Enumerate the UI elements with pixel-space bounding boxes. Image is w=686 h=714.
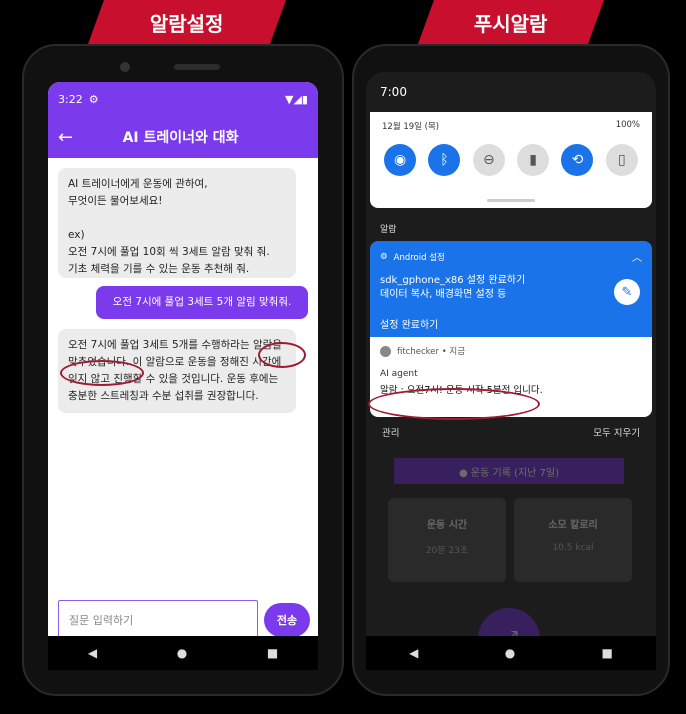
clear-all-button[interactable]: 모두 지우기 <box>593 425 640 439</box>
app-avatar-icon <box>380 345 391 357</box>
gear-icon: ⚙ <box>88 92 99 106</box>
input-row: 질문 입력하기 전송 <box>58 600 310 640</box>
send-button[interactable]: 전송 <box>264 603 310 637</box>
section-alarm-label: 알람 <box>380 225 397 235</box>
chevron-up-icon[interactable]: ︿ <box>632 249 642 264</box>
bot-message-intro: AI 트레이너에게 운동에 관하여, 무엇이든 물어보세요! ex) 오전 7시… <box>58 168 296 278</box>
status-time: 3:22 <box>58 92 83 106</box>
nav-home-icon[interactable]: ● <box>505 646 515 660</box>
background-app: ● 운동 기록 (지난 7일) 운동 시간 20분 23초 소모 칼로리 10.… <box>366 458 656 670</box>
manage-button[interactable]: 관리 <box>382 425 399 439</box>
phone-right: 7:00 12월 19일 (목) 100% ◉ ᛒ ⊖ ▮ ⟲ ▯ 알람 ⚙ A… <box>352 44 670 696</box>
nav-home-icon[interactable]: ● <box>177 646 187 660</box>
front-camera <box>120 62 130 72</box>
page-title: AI 트레이너와 대화 <box>122 130 239 146</box>
quick-settings-panel: 12월 19일 (목) 100% ◉ ᛒ ⊖ ▮ ⟲ ▯ <box>370 112 652 208</box>
banner-push-alarm: 푸시알람 <box>417 0 605 44</box>
system-nav-bar: ◀ ● ■ <box>366 636 656 670</box>
qs-battery: 100% <box>615 120 640 130</box>
nav-back-icon[interactable]: ◀ <box>88 646 97 660</box>
notification-fitchecker[interactable]: fitchecker • 지금 AI agent 알람 : 오전7시! 운동 시… <box>370 337 652 417</box>
app-bar: ← AI 트레이너와 대화 <box>48 116 318 158</box>
notification-app-name: Android 설정 <box>393 252 445 263</box>
notification-shade: 7:00 12월 19일 (목) 100% ◉ ᛒ ⊖ ▮ ⟲ ▯ 알람 ⚙ A… <box>366 72 656 670</box>
notification-sender: AI agent <box>380 369 418 379</box>
drag-handle[interactable] <box>487 199 535 202</box>
finish-setup-action[interactable]: 설정 완료하기 <box>380 316 642 331</box>
flashlight-icon[interactable]: ▮ <box>517 144 550 176</box>
chat-screen: 3:22 ⚙ ▼◢▮ ← AI 트레이너와 대화 AI 트레이너에게 운동에 관… <box>48 82 318 670</box>
system-nav-bar: ◀ ● ■ <box>48 636 318 670</box>
status-time: 7:00 <box>380 85 407 99</box>
nav-back-icon[interactable]: ◀ <box>409 646 418 660</box>
wifi-signal-battery-icons: ▼◢▮ <box>285 92 308 106</box>
nav-recent-icon[interactable]: ■ <box>602 646 613 660</box>
card-label: 운동 시간 <box>426 520 468 531</box>
calorie-card: 소모 칼로리 10.5 kcal <box>514 498 632 582</box>
back-arrow-icon[interactable]: ← <box>58 127 73 148</box>
question-input[interactable]: 질문 입력하기 <box>58 600 258 640</box>
chat-list[interactable]: AI 트레이너에게 운동에 관하여, 무엇이든 물어보세요! ex) 오전 7시… <box>48 158 318 600</box>
card-value: 20분 23초 <box>425 546 469 556</box>
notification-body: 알람 : 오전7시! 운동 시작 5분전 입니다. <box>380 385 543 396</box>
banner-alarm-settings: 알람설정 <box>87 0 287 44</box>
workout-record-banner: ● 운동 기록 (지난 7일) <box>394 458 624 484</box>
notification-header: fitchecker • 지금 <box>397 347 466 357</box>
nav-recent-icon[interactable]: ■ <box>267 646 278 660</box>
speaker-grille <box>174 64 220 70</box>
user-message: 오전 7시에 풀업 3세트 5개 알림 맞춰줘. <box>96 286 308 319</box>
battery-saver-icon[interactable]: ▯ <box>605 144 638 176</box>
status-bar: 3:22 ⚙ ▼◢▮ <box>48 82 318 116</box>
bluetooth-icon[interactable]: ᛒ <box>428 144 461 176</box>
rotate-icon[interactable]: ⟲ <box>561 144 594 176</box>
workout-time-card: 운동 시간 20분 23초 <box>388 498 506 582</box>
wifi-icon[interactable]: ◉ <box>384 144 417 176</box>
dnd-icon[interactable]: ⊖ <box>472 144 505 176</box>
qs-date: 12월 19일 (목) <box>382 122 440 132</box>
notification-setup[interactable]: ⚙ Android 설정 ︿ sdk_gphone_x86 설정 완료하기 데이… <box>370 241 652 337</box>
magic-wand-icon: ✎ <box>614 279 640 305</box>
bot-message-reply: 오전 7시에 풀업 3세트 5개를 수행하라는 알람을 맞추었습니다. 이 알람… <box>58 329 296 413</box>
phone-left: 3:22 ⚙ ▼◢▮ ← AI 트레이너와 대화 AI 트레이너에게 운동에 관… <box>22 44 344 696</box>
card-label: 소모 칼로리 <box>548 520 598 531</box>
card-value: 10.5 kcal <box>552 543 594 553</box>
gear-icon: ⚙ <box>380 251 388 262</box>
notification-title: sdk_gphone_x86 설정 완료하기 데이터 복사, 배경화면 설정 등 <box>380 275 526 300</box>
